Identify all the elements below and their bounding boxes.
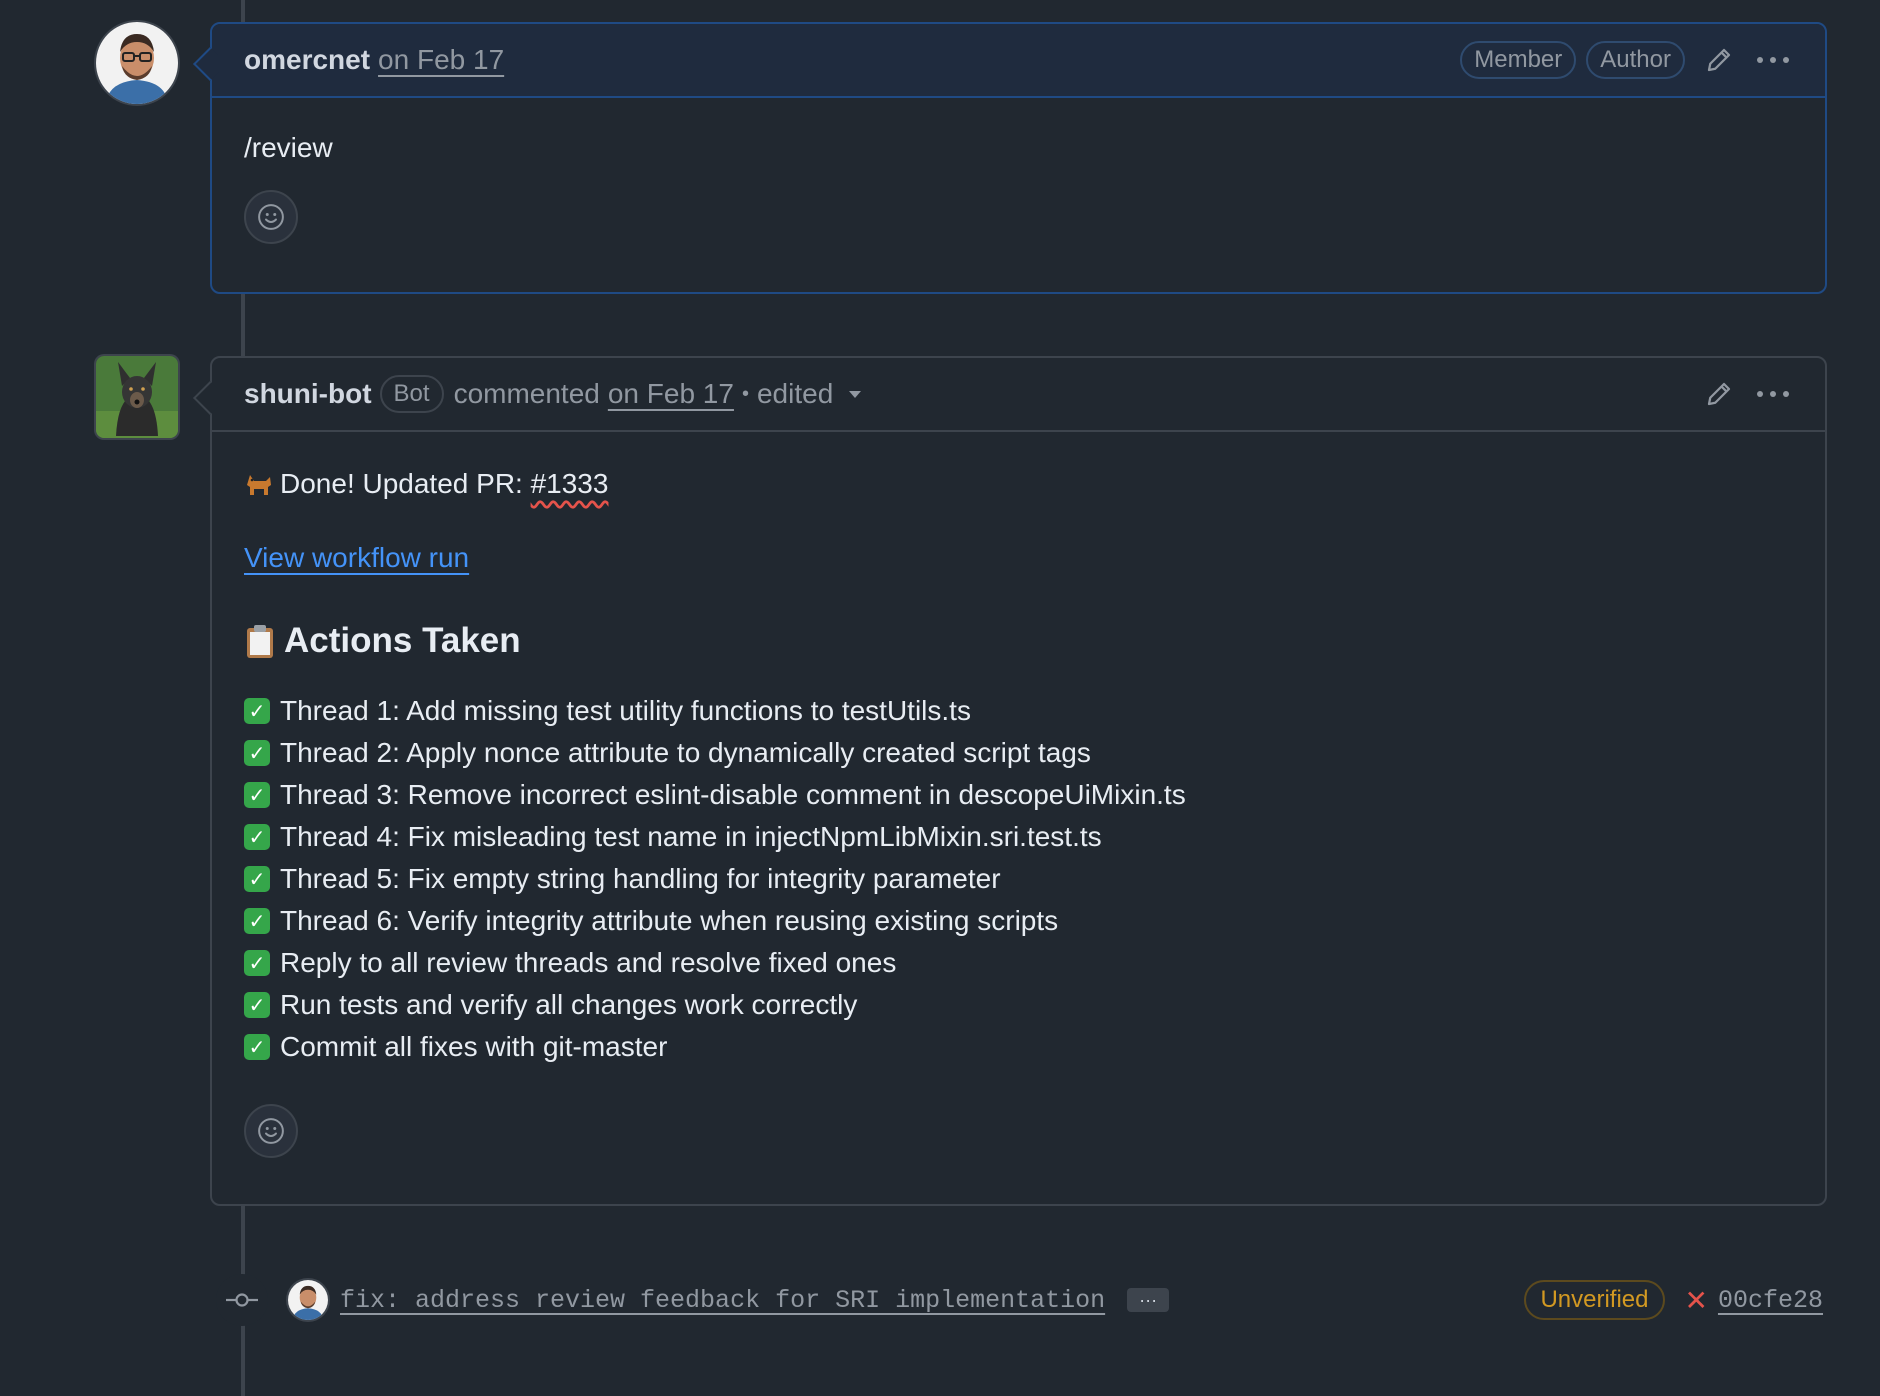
commit-author-avatar[interactable] bbox=[288, 1280, 328, 1320]
triangle-down-icon bbox=[849, 391, 862, 398]
unverified-badge[interactable]: Unverified bbox=[1524, 1280, 1665, 1320]
expand-commit-message-button[interactable]: ··· bbox=[1127, 1288, 1170, 1312]
pr-reference[interactable]: #1333 bbox=[531, 468, 609, 500]
comment-omercnet: omercnet on Feb 17 Member Author /review bbox=[193, 22, 1827, 294]
action-item: ✓ Run tests and verify all changes work c… bbox=[244, 984, 1793, 1026]
smiley-icon bbox=[258, 204, 284, 230]
kebab-horizontal-icon bbox=[1757, 57, 1789, 63]
avatar-shuni-bot[interactable] bbox=[96, 356, 178, 438]
pencil-icon bbox=[1707, 382, 1731, 406]
smiley-icon bbox=[258, 1118, 284, 1144]
dog-avatar-icon bbox=[96, 356, 178, 438]
clipboard-icon bbox=[247, 625, 273, 658]
view-workflow-run-link[interactable]: View workflow run bbox=[244, 542, 469, 574]
action-text: Commit all fixes with git-master bbox=[280, 1031, 668, 1062]
kebab-horizontal-icon bbox=[1757, 391, 1789, 397]
x-icon[interactable]: ✕ bbox=[1685, 1284, 1708, 1317]
comment-header: omercnet on Feb 17 Member Author bbox=[212, 24, 1825, 98]
action-text: Thread 2: Apply nonce attribute to dynam… bbox=[280, 737, 1091, 768]
edit-comment-button[interactable] bbox=[1699, 40, 1739, 80]
author-badge: Author bbox=[1586, 41, 1685, 79]
action-item: ✓ Thread 4: Fix misleading test name in i… bbox=[244, 816, 1793, 858]
git-commit-icon bbox=[226, 1293, 258, 1307]
edit-comment-button[interactable] bbox=[1699, 374, 1739, 414]
action-text: Run tests and verify all changes work co… bbox=[280, 989, 858, 1020]
check-box-icon: ✓ bbox=[244, 992, 270, 1018]
edited-dropdown[interactable]: edited bbox=[757, 378, 863, 410]
check-box-icon: ✓ bbox=[244, 782, 270, 808]
check-box-icon: ✓ bbox=[244, 1034, 270, 1060]
member-badge: Member bbox=[1460, 41, 1577, 79]
action-item: ✓ Thread 1: Add missing test utility func… bbox=[244, 690, 1793, 732]
action-item: ✓ Reply to all review threads and resolve… bbox=[244, 942, 1793, 984]
commit-message-link[interactable]: fix: address review feedback for SRI imp… bbox=[340, 1286, 1105, 1315]
separator-dot: • bbox=[741, 382, 749, 405]
comment-shuni-bot: shuni-bot Bot commented on Feb 17 • edit… bbox=[193, 356, 1827, 1206]
comment-body: Done! Updated PR: #1333 View workflow ru… bbox=[212, 432, 1825, 1190]
comment-date-link[interactable]: on Feb 17 bbox=[378, 44, 504, 76]
comment-options-button[interactable] bbox=[1753, 374, 1793, 414]
edited-label: edited bbox=[756, 378, 834, 409]
actions-list: ✓ Thread 1: Add missing test utility func… bbox=[244, 690, 1793, 1068]
comment-date-link[interactable]: on Feb 17 bbox=[608, 378, 734, 410]
comment-header: shuni-bot Bot commented on Feb 17 • edit… bbox=[212, 358, 1825, 432]
comment-options-button[interactable] bbox=[1753, 40, 1793, 80]
actions-taken-heading: Actions Taken bbox=[284, 621, 521, 660]
action-item: ✓ Thread 6: Verify integrity attribute wh… bbox=[244, 900, 1793, 942]
done-text: Done! Updated PR: bbox=[280, 468, 531, 499]
action-text: Thread 3: Remove incorrect eslint-disabl… bbox=[280, 779, 1186, 810]
bot-badge: Bot bbox=[379, 375, 444, 413]
action-text: Thread 1: Add missing test utility funct… bbox=[280, 695, 971, 726]
check-box-icon: ✓ bbox=[244, 698, 270, 724]
comment-author[interactable]: shuni-bot bbox=[244, 378, 372, 410]
check-box-icon: ✓ bbox=[244, 824, 270, 850]
check-box-icon: ✓ bbox=[244, 866, 270, 892]
action-text: Thread 4: Fix misleading test name in in… bbox=[280, 821, 1102, 852]
comment-verb: commented bbox=[453, 378, 600, 409]
add-reaction-button[interactable] bbox=[244, 1104, 298, 1158]
comment-author[interactable]: omercnet bbox=[244, 44, 370, 76]
action-text: Thread 6: Verify integrity attribute whe… bbox=[280, 905, 1059, 936]
action-item: ✓ Thread 2: Apply nonce attribute to dyna… bbox=[244, 732, 1793, 774]
comment-body: /review bbox=[212, 98, 1825, 276]
comment-text: /review bbox=[244, 132, 333, 163]
pencil-icon bbox=[1707, 48, 1731, 72]
check-box-icon: ✓ bbox=[244, 908, 270, 934]
actions-heading-row: Actions Taken bbox=[244, 618, 1793, 664]
action-item: ✓ Thread 5: Fix empty string handling for… bbox=[244, 858, 1793, 900]
action-text: Thread 5: Fix empty string handling for … bbox=[280, 863, 1001, 894]
dog-icon bbox=[247, 475, 271, 495]
check-box-icon: ✓ bbox=[244, 950, 270, 976]
commit-row: fix: address review feedback for SRI imp… bbox=[210, 1270, 1823, 1330]
commit-node bbox=[216, 1274, 268, 1326]
commit-sha-link[interactable]: 00cfe28 bbox=[1718, 1286, 1823, 1315]
add-reaction-button[interactable] bbox=[244, 190, 298, 244]
person-avatar-icon bbox=[288, 1280, 328, 1320]
check-box-icon: ✓ bbox=[244, 740, 270, 766]
done-line: Done! Updated PR: #1333 bbox=[244, 464, 1793, 504]
action-item: ✓ Commit all fixes with git-master bbox=[244, 1026, 1793, 1068]
avatar-omercnet[interactable] bbox=[96, 22, 178, 104]
person-avatar-icon bbox=[96, 22, 178, 104]
action-text: Reply to all review threads and resolve … bbox=[280, 947, 897, 978]
action-item: ✓ Thread 3: Remove incorrect eslint-disab… bbox=[244, 774, 1793, 816]
